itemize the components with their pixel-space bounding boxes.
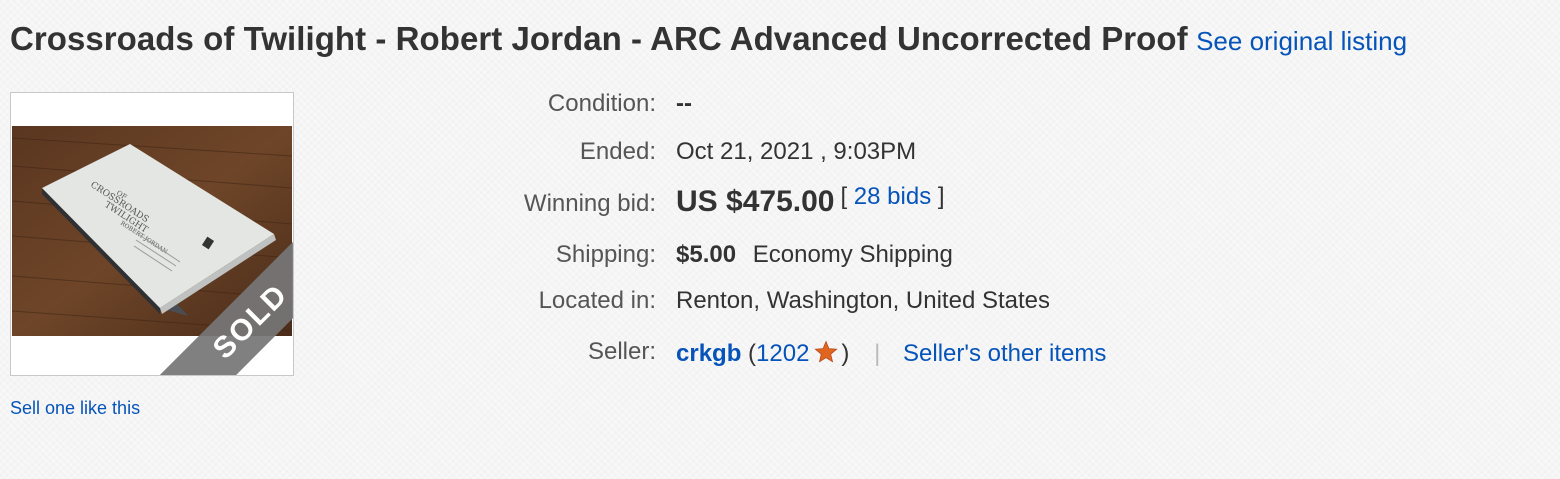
location-label: Located in: [538,287,656,314]
feedback-close-paren: ) [841,340,850,367]
winning-price: US $475.00 [676,185,835,218]
shipping-cost: $5.00 [676,241,737,268]
seller-label: Seller: [587,338,656,365]
feedback-score-link[interactable]: 1202 [756,340,809,367]
condition-value: -- [676,90,692,117]
bids-close-bracket: ] [937,183,945,210]
ended-value: Oct 21, 2021 , 9:03PM [676,138,917,165]
seller-name-link[interactable]: crkgb [676,340,741,367]
ended-label: Ended: [579,138,656,165]
see-original-listing-link[interactable]: See original listing [1196,26,1407,56]
star-icon [814,340,839,363]
bids-open-bracket: [ [840,183,848,210]
seller-value: crkgb (1202) | Seller's other items [676,340,1106,368]
item-image[interactable]: CROSSROADS OF TWILIGHT ROBERT JORDAN SOL… [10,92,294,376]
winning-bid-value: US $475.00[ 28 bids ] [676,183,945,219]
location-value: Renton, Washington, United States [676,287,1050,314]
winning-bid-label: Winning bid: [523,190,656,217]
listing-title: Crossroads of Twilight - Robert Jordan -… [10,20,1188,57]
shipping-method: Economy Shipping [752,241,953,268]
seller-other-items-link[interactable]: Seller's other items [903,340,1106,367]
feedback-open-paren: ( [748,340,757,367]
shipping-label: Shipping: [555,241,656,268]
shipping-value: $5.00 Economy Shipping [676,241,953,269]
sell-one-like-this-link[interactable]: Sell one like this [10,398,140,419]
separator: | [874,340,881,367]
condition-label: Condition: [547,90,656,117]
bid-history-link[interactable]: 28 bids [854,183,931,210]
title-row: Crossroads of Twilight - Robert Jordan -… [10,20,1407,58]
